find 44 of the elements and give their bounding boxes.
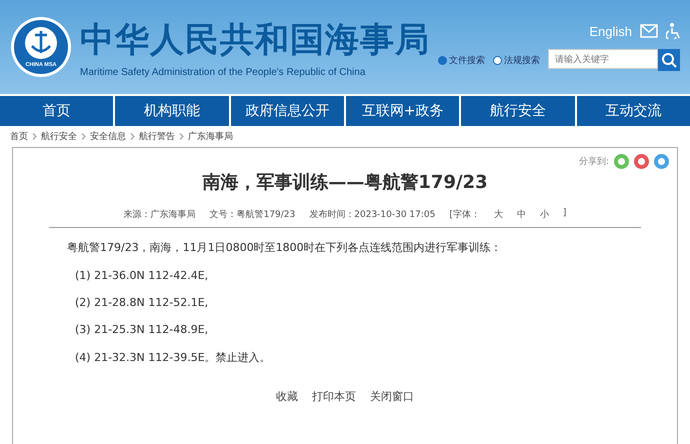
article-paragraph: (1) 21-36.0N 112-42.4E, xyxy=(74,269,210,282)
search-scope-radio[interactable]: 法规搜索 xyxy=(493,54,540,66)
article-paragraph: 粤航警179/23，南海，11月1日0800时至1800时在下列各点连线范围内进行军事训练： xyxy=(67,240,503,255)
site-subtitle: Maritime Safety Administration of the People's Republic of China xyxy=(80,66,366,78)
article-paragraph: (2) 21-28.8N 112-52.1E, xyxy=(74,296,210,309)
article-title: 南海，军事训练——粤航警179/23 xyxy=(201,171,489,194)
nav-item[interactable]: 互联网+政务 xyxy=(346,96,462,126)
font-size-link[interactable]: 中 xyxy=(516,208,526,221)
search-field[interactable]: 请输入关键字 xyxy=(548,49,658,69)
font-size-link[interactable]: 大 xyxy=(494,208,503,221)
article-meta: 来源：广东海事局 xyxy=(124,208,196,221)
chevron-icon xyxy=(32,133,37,140)
breadcrumb-link[interactable]: 安全信息 xyxy=(90,130,126,143)
share-icon[interactable] xyxy=(634,154,649,169)
breadcrumb-link[interactable]: 航行安全 xyxy=(41,130,77,143)
chevron-icon xyxy=(81,133,86,140)
chevron-icon xyxy=(130,133,135,140)
article-action-link[interactable]: 打印本页 xyxy=(312,389,356,404)
article-action-link[interactable]: 收藏 xyxy=(276,389,298,404)
site-title: 中华人民共和国海事局 xyxy=(80,18,430,62)
search-scope-radio[interactable]: 文件搜索 xyxy=(438,54,485,66)
article-meta: 发布时间：2023-10-30 17:05 xyxy=(309,208,436,221)
article-paragraph: (3) 21-25.3N 112-48.9E, xyxy=(74,323,210,336)
search-button[interactable] xyxy=(658,49,680,71)
share-label: 分享到: xyxy=(578,156,609,168)
share-icon[interactable] xyxy=(654,154,669,169)
font-size-label: [字体： xyxy=(449,208,480,221)
accessibility-icon[interactable] xyxy=(666,23,680,39)
breadcrumb-link[interactable]: 航行警告 xyxy=(139,130,175,143)
nav-item[interactable]: 互动交流 xyxy=(576,96,690,126)
nav-item[interactable]: 政府信息公开 xyxy=(230,96,346,126)
bracket-text: ] xyxy=(562,208,566,220)
breadcrumb-link[interactable]: 首页 xyxy=(10,130,28,143)
font-size-link[interactable]: 小 xyxy=(540,208,549,221)
nav-item[interactable]: 航行安全 xyxy=(461,96,577,126)
share-icon[interactable] xyxy=(614,154,629,169)
article-action-link[interactable]: 关闭窗口 xyxy=(370,389,414,404)
mail-icon[interactable] xyxy=(640,24,658,38)
nav-item[interactable]: 机构职能 xyxy=(115,96,231,126)
breadcrumb-link[interactable]: 广东海事局 xyxy=(188,130,233,143)
article-meta: 文号：粤航警179/23 xyxy=(210,208,296,221)
nav-item[interactable]: 首页 xyxy=(0,96,116,126)
chevron-icon xyxy=(179,133,184,140)
article-paragraph: (4) 21-32.3N 112-39.5E。禁止进入。 xyxy=(74,350,272,365)
